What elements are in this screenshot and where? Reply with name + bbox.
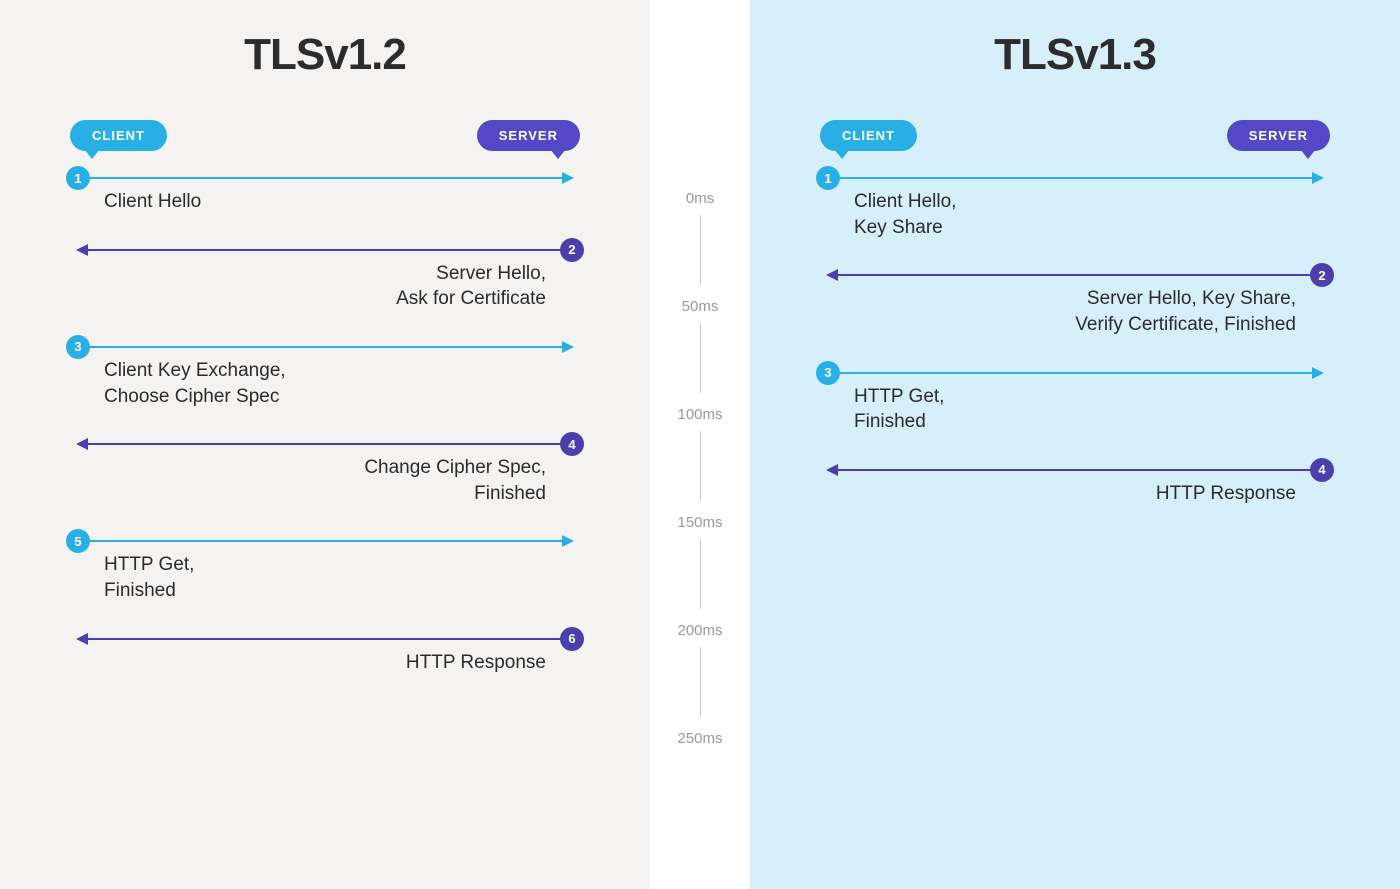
tls12-title: TLSv1.2 <box>60 30 590 80</box>
arrow-right: 1 <box>828 177 1322 179</box>
step-number: 1 <box>816 166 840 190</box>
handshake-step: 4 HTTP Response <box>810 469 1340 507</box>
step-number: 6 <box>560 627 584 651</box>
arrow-right: 3 <box>78 346 572 348</box>
timeline-label: 200ms <box>650 622 750 639</box>
arrow-head-icon <box>562 535 574 547</box>
role-row-left: CLIENT SERVER <box>60 120 590 177</box>
timeline-label: 50ms <box>650 298 750 315</box>
handshake-step: 2 Server Hello,Ask for Certificate <box>60 249 590 312</box>
handshake-step: 3 HTTP Get,Finished <box>810 372 1340 435</box>
arrow-left: 4 <box>78 443 572 445</box>
client-badge: CLIENT <box>820 120 917 151</box>
timeline-label: 250ms <box>650 730 750 747</box>
step-label: Client Hello <box>78 189 572 215</box>
step-number: 3 <box>66 335 90 359</box>
step-label: HTTP Get,Finished <box>828 384 1322 435</box>
arrow-right: 5 <box>78 540 572 542</box>
step-number: 3 <box>816 361 840 385</box>
timeline-tick: 100ms <box>650 406 750 514</box>
step-number: 1 <box>66 166 90 190</box>
server-badge: SERVER <box>477 120 580 151</box>
arrow-head-icon <box>826 464 838 476</box>
step-label: Server Hello, Key Share,Verify Certifica… <box>828 286 1322 337</box>
client-badge: CLIENT <box>70 120 167 151</box>
handshake-step: 1 Client Hello <box>60 177 590 215</box>
handshake-step: 1 Client Hello,Key Share <box>810 177 1340 240</box>
arrow-head-icon <box>1312 367 1324 379</box>
tls13-title: TLSv1.3 <box>810 30 1340 80</box>
step-number: 4 <box>1310 458 1334 482</box>
timeline-tick: 250ms <box>650 730 750 838</box>
tls12-steps: 1Client Hello2Server Hello,Ask for Certi… <box>60 177 590 675</box>
step-label: HTTP Response <box>78 650 572 676</box>
handshake-step: 4 Change Cipher Spec,Finished <box>60 443 590 506</box>
arrow-left: 2 <box>78 249 572 251</box>
arrow-head-icon <box>1312 172 1324 184</box>
step-number: 5 <box>66 529 90 553</box>
arrow-left: 6 <box>78 638 572 640</box>
step-label: HTTP Response <box>828 481 1322 507</box>
step-number: 4 <box>560 432 584 456</box>
handshake-step: 3 Client Key Exchange,Choose Cipher Spec <box>60 346 590 409</box>
step-label: HTTP Get,Finished <box>78 552 572 603</box>
step-number: 2 <box>560 238 584 262</box>
arrow-left: 2 <box>828 274 1322 276</box>
timeline-label: 100ms <box>650 406 750 423</box>
tls13-panel: TLSv1.3 CLIENT SERVER 1Client Hello,Key … <box>750 0 1400 889</box>
timeline-tick: 50ms <box>650 298 750 406</box>
step-label: Client Key Exchange,Choose Cipher Spec <box>78 358 572 409</box>
handshake-step: 5 HTTP Get,Finished <box>60 540 590 603</box>
tls12-panel: TLSv1.2 CLIENT SERVER 1Client Hello2Serv… <box>0 0 650 889</box>
handshake-step: 6 HTTP Response <box>60 638 590 676</box>
role-row-right: CLIENT SERVER <box>810 120 1340 177</box>
arrow-left: 4 <box>828 469 1322 471</box>
timeline: 0ms 50ms 100ms 150ms 200ms 250ms <box>650 0 750 889</box>
timeline-label: 150ms <box>650 514 750 531</box>
step-label: Change Cipher Spec,Finished <box>78 455 572 506</box>
server-badge: SERVER <box>1227 120 1330 151</box>
timeline-tick: 150ms <box>650 514 750 622</box>
arrow-head-icon <box>76 438 88 450</box>
arrow-head-icon <box>562 172 574 184</box>
step-label: Server Hello,Ask for Certificate <box>78 261 572 312</box>
step-label: Client Hello,Key Share <box>828 189 1322 240</box>
timeline-tick: 0ms <box>650 190 750 298</box>
handshake-step: 2 Server Hello, Key Share,Verify Certific… <box>810 274 1340 337</box>
timeline-tick: 200ms <box>650 622 750 730</box>
step-number: 2 <box>1310 263 1334 287</box>
arrow-head-icon <box>562 341 574 353</box>
arrow-head-icon <box>826 269 838 281</box>
arrow-head-icon <box>76 633 88 645</box>
arrow-head-icon <box>76 244 88 256</box>
arrow-right: 1 <box>78 177 572 179</box>
tls13-steps: 1Client Hello,Key Share2Server Hello, Ke… <box>810 177 1340 506</box>
arrow-right: 3 <box>828 372 1322 374</box>
timeline-label: 0ms <box>650 190 750 207</box>
